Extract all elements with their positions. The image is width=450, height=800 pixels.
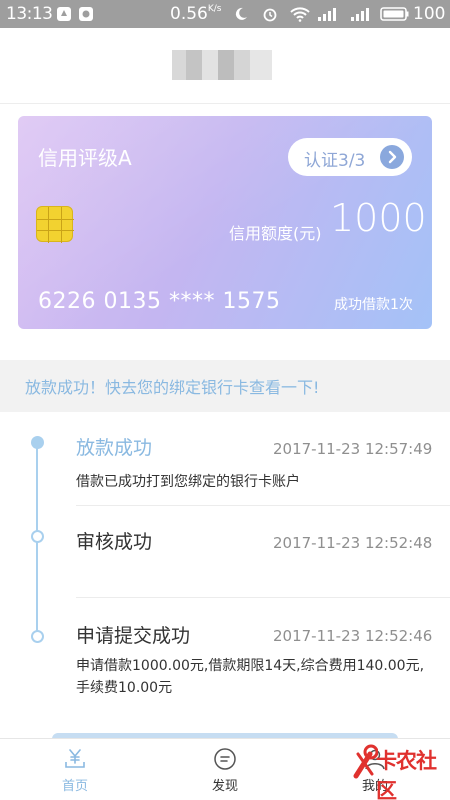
tab-label: 发现 <box>211 779 238 794</box>
battery-level: 100 <box>413 4 446 24</box>
page-header <box>0 28 450 104</box>
blurred-title <box>172 50 272 80</box>
timeline-title: 申请提交成功 <box>76 625 191 647</box>
signal-icon-1 <box>318 8 336 21</box>
credit-rating: 信用评级A <box>38 146 132 170</box>
alarm-icon <box>263 8 277 22</box>
notice-bar: 放款成功！快去您的绑定银行卡查看一下! <box>0 360 450 412</box>
notice-text: 放款成功！快去您的绑定银行卡查看一下! <box>25 378 320 397</box>
timeline-dot <box>31 530 44 543</box>
credit-limit-value: 1000 <box>330 196 427 240</box>
card-number: 6226 0135 **** 1575 <box>38 289 281 314</box>
network-speed: 0.56K/s <box>170 4 222 24</box>
moon-icon <box>235 7 247 20</box>
timeline-divider <box>76 505 450 506</box>
credit-card: 信用评级A 认证3/3 信用额度(元) 1000 6226 0135 **** … <box>18 116 432 329</box>
timeline-divider <box>76 597 450 598</box>
timeline-time: 2017-11-23 12:52:48 <box>273 534 433 552</box>
home-yen-icon <box>65 749 85 768</box>
timeline-dot-active <box>31 436 44 449</box>
wifi-icon <box>290 7 310 22</box>
tab-label: 首页 <box>61 779 88 794</box>
watermark-text: 卡农社区 <box>376 749 437 800</box>
discover-icon <box>214 748 236 770</box>
timeline-desc: 借款已成功打到您绑定的银行卡账户 <box>76 474 300 490</box>
message-notification-icon <box>79 7 93 21</box>
timeline-desc: 申请借款1000.00元,借款期限14天,综合费用140.00元,手续费10.0… <box>76 658 425 696</box>
timeline-time: 2017-11-23 12:52:46 <box>273 627 433 645</box>
wrench-icon <box>353 744 378 779</box>
battery-icon <box>380 7 409 21</box>
loan-count: 成功借款1次 <box>334 297 413 313</box>
signal-icon-2 <box>351 8 369 21</box>
credit-limit-label: 信用额度(元) <box>229 224 322 243</box>
status-time: 13:13 <box>6 4 53 24</box>
watermark: 卡农社区 <box>352 740 448 800</box>
chevron-right-icon <box>380 145 404 169</box>
timeline-title: 审核成功 <box>76 531 153 553</box>
app-notification-icon <box>57 7 71 21</box>
timeline-title: 放款成功 <box>76 437 153 459</box>
verify-label: 认证3/3 <box>304 151 366 171</box>
tab-home[interactable]: 首页 <box>25 739 125 800</box>
timeline-time: 2017-11-23 12:57:49 <box>273 440 433 458</box>
tab-discover[interactable]: 发现 <box>175 739 275 800</box>
verify-button[interactable]: 认证3/3 <box>288 138 412 176</box>
timeline-dot <box>31 630 44 643</box>
status-bar: 13:13 0.56K/s 100 <box>0 0 450 28</box>
card-chip-icon <box>36 206 74 243</box>
